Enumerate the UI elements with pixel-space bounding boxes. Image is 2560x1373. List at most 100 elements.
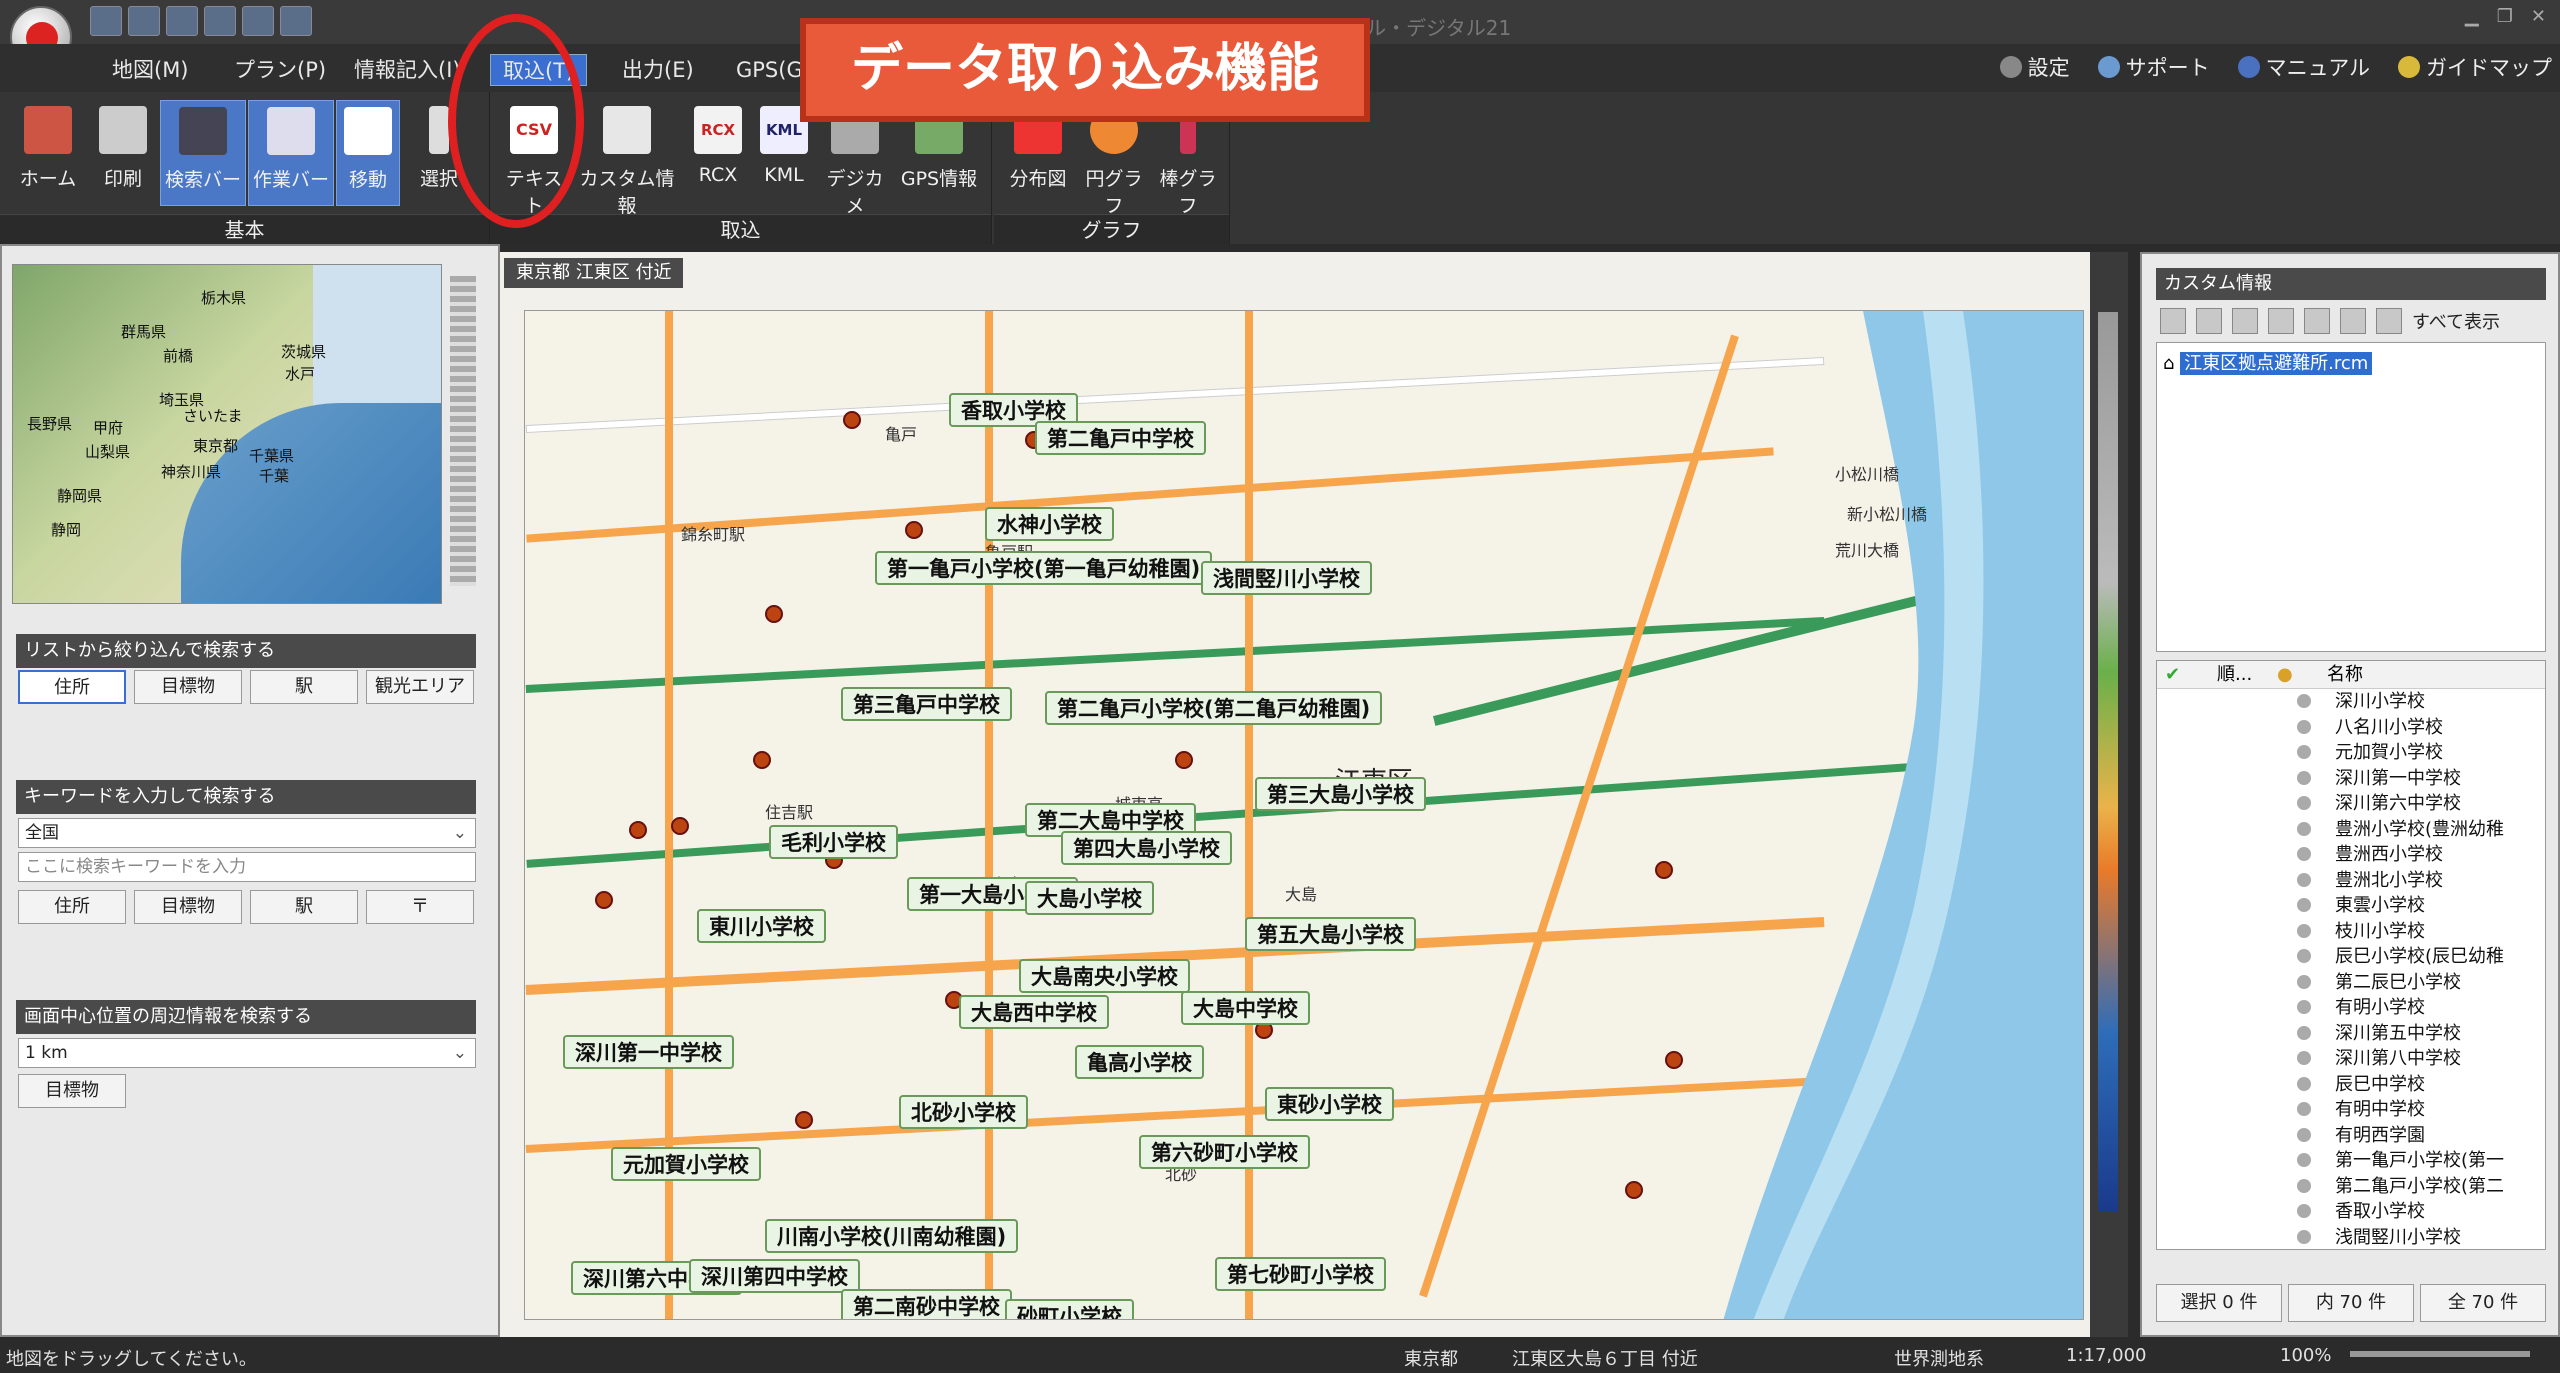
school-pin[interactable]: [671, 817, 689, 835]
list-item[interactable]: 第二辰巳小学校: [2157, 970, 2545, 996]
school-label[interactable]: 元加賀小学校: [611, 1147, 761, 1181]
home-button[interactable]: ホーム: [12, 100, 84, 206]
binoculars-icon[interactable]: [166, 6, 198, 36]
school-pin[interactable]: [765, 605, 783, 623]
school-pin[interactable]: [595, 891, 613, 909]
home-icon[interactable]: [128, 6, 160, 36]
undo-icon[interactable]: [2232, 308, 2258, 334]
school-label[interactable]: 大島南央小学校: [1019, 959, 1190, 993]
restore-icon[interactable]: ❐: [2497, 6, 2513, 27]
list-item[interactable]: 八名川小学校: [2157, 715, 2545, 741]
zoom-slider[interactable]: [2350, 1351, 2530, 1357]
list-landmark-button[interactable]: 目標物: [134, 670, 242, 704]
list-item[interactable]: 辰巳中学校: [2157, 1072, 2545, 1098]
support-button[interactable]: サポート: [2097, 52, 2210, 82]
school-pin[interactable]: [1175, 751, 1193, 769]
guidemap-button[interactable]: ガイドマップ: [2398, 52, 2552, 82]
school-label[interactable]: 第一亀戸小学校(第一亀戸幼稚園): [875, 551, 1213, 585]
school-label[interactable]: 水神小学校: [985, 507, 1114, 541]
compass-icon[interactable]: [242, 6, 274, 36]
school-label[interactable]: 深川第一中学校: [563, 1035, 734, 1069]
keyword-landmark-button[interactable]: 目標物: [134, 890, 242, 924]
region-select[interactable]: 全国 ⌄: [18, 818, 476, 848]
scale-slider[interactable]: [2090, 252, 2128, 1337]
list-item[interactable]: 豊洲北小学校: [2157, 868, 2545, 894]
column-order[interactable]: 順...: [2217, 661, 2277, 688]
menu-map[interactable]: 地図(M): [100, 54, 201, 86]
list-address-button[interactable]: 住所: [18, 670, 126, 704]
print-button[interactable]: 印刷: [88, 100, 158, 206]
list-item[interactable]: 第一亀戸小学校(第一: [2157, 1148, 2545, 1174]
list-item[interactable]: 辰巳小学校(辰巳幼稚: [2157, 944, 2545, 970]
school-label[interactable]: 第二亀戸小学校(第二亀戸幼稚園): [1045, 691, 1383, 725]
school-pin[interactable]: [1665, 1051, 1683, 1069]
search-icon[interactable]: [2340, 308, 2366, 334]
panel-icon[interactable]: [204, 6, 236, 36]
list-item[interactable]: 深川小学校: [2157, 689, 2545, 715]
save-icon[interactable]: [90, 6, 122, 36]
list-item[interactable]: 香取小学校: [2157, 1199, 2545, 1225]
search-bar-button[interactable]: 検索バー: [160, 100, 246, 206]
list-item[interactable]: 有明小学校: [2157, 995, 2545, 1021]
school-label[interactable]: 深川第四中学校: [689, 1259, 860, 1293]
map-tab[interactable]: 東京都 江東区 付近: [504, 258, 684, 288]
work-bar-button[interactable]: 作業バー: [248, 100, 334, 206]
school-pin[interactable]: [1655, 861, 1673, 879]
keyword-station-button[interactable]: 駅: [250, 890, 358, 924]
school-label[interactable]: 大島小学校: [1025, 881, 1154, 915]
school-label[interactable]: 北砂小学校: [899, 1095, 1028, 1129]
school-pin[interactable]: [843, 411, 861, 429]
school-label[interactable]: 東砂小学校: [1265, 1087, 1394, 1121]
distance-select[interactable]: 1 km ⌄: [18, 1038, 476, 1068]
settings-button[interactable]: 設定: [1999, 52, 2070, 82]
overview-map[interactable]: 栃木県 群馬県 前橋 茨城県 水戸 埼玉県 さいたま 長野県 甲府 東京都 千葉…: [12, 264, 442, 604]
school-pin[interactable]: [795, 1111, 813, 1129]
list-item[interactable]: 豊洲小学校(豊洲幼稚: [2157, 817, 2545, 843]
school-label[interactable]: 大島西中学校: [959, 995, 1109, 1029]
school-label[interactable]: 大島中学校: [1181, 991, 1310, 1025]
school-label[interactable]: 第三大島小学校: [1255, 777, 1426, 811]
keyword-address-button[interactable]: 住所: [18, 890, 126, 924]
school-label[interactable]: 第六砂町小学校: [1139, 1135, 1310, 1169]
list-station-button[interactable]: 駅: [250, 670, 358, 704]
add-icon[interactable]: [2304, 308, 2330, 334]
tree-node-file[interactable]: ⌂ 江東区拠点避難所.rcm: [2163, 349, 2373, 375]
redo-icon[interactable]: [2268, 308, 2294, 334]
school-label[interactable]: 第二南砂中学校: [841, 1289, 1012, 1319]
minimize-icon[interactable]: ▁: [2465, 6, 2479, 27]
school-label[interactable]: 第五大島小学校: [1245, 917, 1416, 951]
school-pin[interactable]: [629, 821, 647, 839]
list-item[interactable]: 深川第八中学校: [2157, 1046, 2545, 1072]
folder-icon[interactable]: [2160, 308, 2186, 334]
grid-icon[interactable]: [2376, 308, 2402, 334]
manual-button[interactable]: マニュアル: [2237, 52, 2370, 82]
custom-info-button[interactable]: カスタム情報: [572, 100, 682, 217]
menu-output[interactable]: 出力(E): [610, 54, 706, 86]
overview-zoom-slider[interactable]: [450, 276, 476, 586]
menu-plan[interactable]: プラン(P): [222, 54, 338, 86]
list-item[interactable]: 深川第六中学校: [2157, 791, 2545, 817]
school-label[interactable]: 第二亀戸中学校: [1035, 421, 1206, 455]
keyword-postal-button[interactable]: 〒: [366, 890, 474, 924]
list-tourist-area-button[interactable]: 観光エリア: [366, 670, 474, 704]
close-icon[interactable]: ✕: [2531, 6, 2546, 27]
school-pin[interactable]: [905, 521, 923, 539]
nearby-landmark-button[interactable]: 目標物: [18, 1074, 126, 1108]
list-item[interactable]: 深川第五中学校: [2157, 1021, 2545, 1047]
import-icon[interactable]: [2196, 308, 2222, 334]
list-item[interactable]: 元加賀小学校: [2157, 740, 2545, 766]
school-label[interactable]: 東川小学校: [697, 909, 826, 943]
column-name[interactable]: 名称: [2327, 661, 2363, 688]
school-label[interactable]: 毛利小学校: [769, 825, 898, 859]
pen-icon[interactable]: [280, 6, 312, 36]
list-item[interactable]: 東雲小学校: [2157, 893, 2545, 919]
school-label[interactable]: 川南小学校(川南幼稚園): [765, 1219, 1019, 1253]
list-item[interactable]: 枝川小学校: [2157, 919, 2545, 945]
list-item[interactable]: 豊洲西小学校: [2157, 842, 2545, 868]
keyword-input[interactable]: ここに検索キーワードを入力: [18, 852, 476, 882]
rcx-button[interactable]: RCX RCX: [686, 100, 750, 206]
school-label[interactable]: 浅間竪川小学校: [1201, 561, 1372, 595]
school-pin[interactable]: [753, 751, 771, 769]
show-all-button[interactable]: すべて表示: [2412, 308, 2500, 334]
school-label[interactable]: 第七砂町小学校: [1215, 1257, 1386, 1291]
